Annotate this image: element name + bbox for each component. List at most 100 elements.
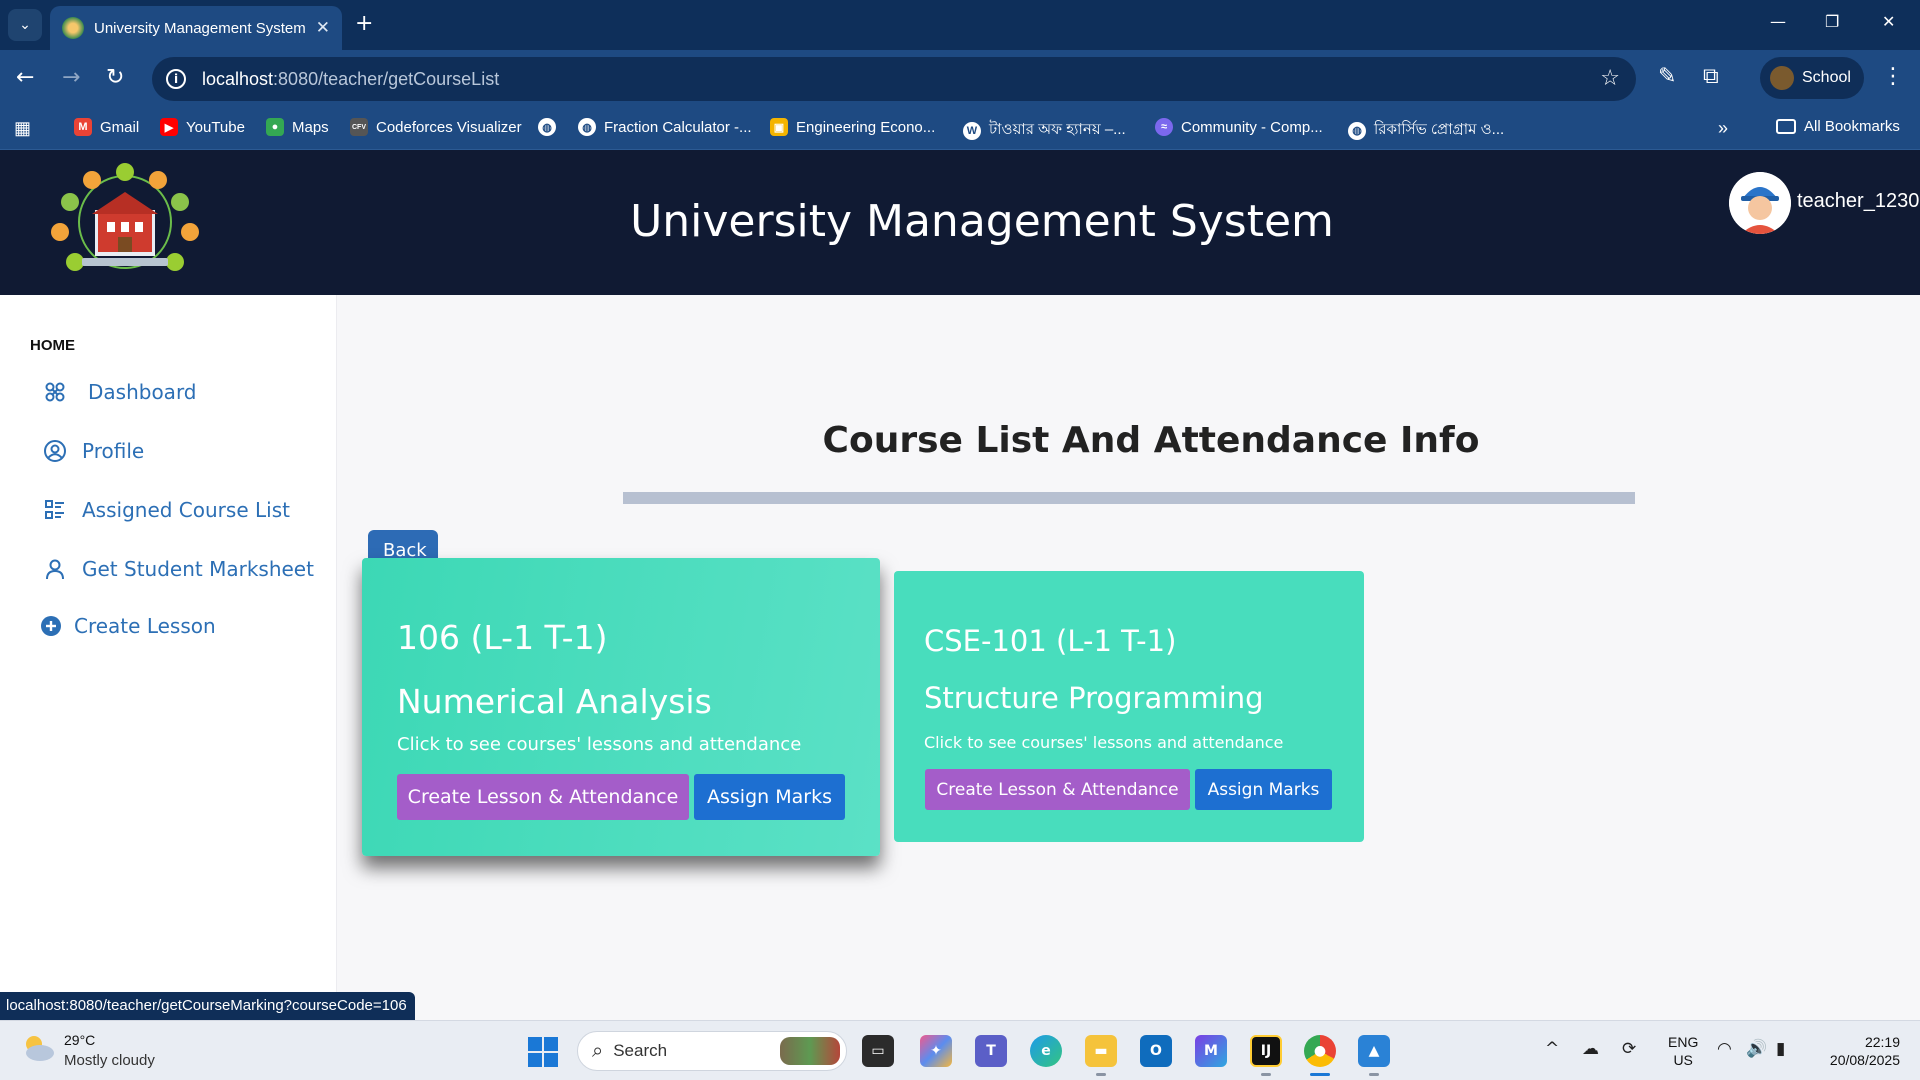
system-clock[interactable]: 22:19 20/08/2025 bbox=[1814, 1033, 1900, 1069]
search-icon: ⌕ bbox=[592, 1039, 604, 1062]
bookmark-maps[interactable]: ● Maps bbox=[266, 118, 329, 136]
wordpress-icon: W bbox=[963, 121, 981, 140]
browser-tab-active[interactable]: University Management System ✕ bbox=[50, 6, 342, 50]
cfv-icon: CFV bbox=[350, 118, 368, 136]
photos-icon[interactable]: ▲ bbox=[1358, 1035, 1390, 1067]
user-avatar-icon[interactable] bbox=[1729, 172, 1791, 234]
weather-cloud-icon[interactable] bbox=[20, 1033, 56, 1063]
restore-icon[interactable]: ❐ bbox=[1825, 12, 1839, 31]
eyedropper-icon[interactable]: ✎ bbox=[1658, 64, 1676, 89]
forward-arrow-icon[interactable]: → bbox=[62, 65, 80, 91]
taskbar-search[interactable]: ⌕ Search bbox=[577, 1031, 847, 1071]
assign-marks-button[interactable]: Assign Marks bbox=[1195, 769, 1332, 810]
bookmark-label: Codeforces Visualizer bbox=[376, 118, 522, 136]
username[interactable]: teacher_1230 bbox=[1797, 190, 1919, 213]
sidebar-item-assigned-courses[interactable]: Assigned Course List bbox=[42, 497, 290, 523]
course-card[interactable]: 106 (L-1 T-1) Numerical Analysis Click t… bbox=[362, 558, 880, 856]
window-close-icon[interactable]: ✕ bbox=[1882, 12, 1895, 31]
sidebar-item-dashboard[interactable]: Dashboard bbox=[42, 379, 197, 405]
sidebar-item-create-lesson[interactable]: Create Lesson bbox=[38, 613, 216, 639]
clock-time: 22:19 bbox=[1864, 1034, 1900, 1050]
title-divider bbox=[623, 492, 1635, 504]
person-icon bbox=[42, 556, 68, 582]
site-info-icon[interactable]: i bbox=[166, 69, 186, 89]
bookmark-recursive[interactable]: ◍ রিকার্সিভ প্রোগ্রাম ও... bbox=[1348, 118, 1504, 143]
weather-temperature: 29°C bbox=[64, 1032, 96, 1048]
create-lesson-attendance-button[interactable]: Create Lesson & Attendance bbox=[925, 769, 1190, 810]
bookmark-youtube[interactable]: ▶ YouTube bbox=[160, 118, 245, 136]
profile-chip[interactable]: School bbox=[1760, 57, 1864, 99]
battery-icon[interactable]: ▮ bbox=[1776, 1039, 1785, 1059]
minimize-icon[interactable]: — bbox=[1770, 12, 1786, 31]
m365-icon[interactable]: M bbox=[1195, 1035, 1227, 1067]
bookmark-star-icon[interactable]: ☆ bbox=[1600, 66, 1620, 91]
language-code: ENG bbox=[1668, 1034, 1699, 1050]
windows-start-icon[interactable] bbox=[528, 1037, 558, 1067]
bookmark-label: Gmail bbox=[100, 118, 140, 136]
sidebar-item-profile[interactable]: Profile bbox=[42, 438, 144, 464]
show-hidden-icons-icon[interactable]: ^ bbox=[1545, 1039, 1559, 1059]
new-tab-button[interactable]: + bbox=[355, 11, 373, 37]
url-path: :8080/teacher/getCourseList bbox=[273, 68, 500, 89]
search-highlight-image bbox=[780, 1037, 840, 1065]
volume-icon[interactable]: 🔊 bbox=[1746, 1039, 1767, 1059]
course-card[interactable]: CSE-101 (L-1 T-1) Structure Programming … bbox=[894, 571, 1364, 842]
input-language[interactable]: ENG US bbox=[1668, 1033, 1698, 1069]
profile-name: School bbox=[1802, 69, 1851, 86]
course-name: Numerical Analysis bbox=[397, 682, 712, 721]
sync-icon[interactable]: ⟳ bbox=[1622, 1039, 1636, 1059]
intellij-icon[interactable]: IJ bbox=[1250, 1035, 1282, 1067]
bookmark-codeforces[interactable]: CFV Codeforces Visualizer bbox=[350, 118, 522, 136]
tab-search-button[interactable]: ⌄ bbox=[8, 9, 42, 41]
task-view-icon[interactable]: ▭ bbox=[862, 1035, 894, 1067]
status-bar-url: localhost:8080/teacher/getCourseMarking?… bbox=[0, 992, 415, 1020]
bookmark-tower-of-hanoi[interactable]: W টাওয়ার অফ হ্যানয় –... bbox=[963, 118, 1126, 143]
browser-menu-icon[interactable]: ⋮ bbox=[1882, 64, 1904, 89]
address-bar[interactable]: i localhost :8080/teacher/getCourseList … bbox=[152, 57, 1636, 101]
browser-tab-strip: ⌄ University Management System ✕ + — ❐ ✕ bbox=[0, 0, 1920, 50]
bookmark-label: টাওয়ার অফ হ্যানয় –... bbox=[989, 121, 1126, 138]
folder-icon bbox=[1776, 119, 1796, 134]
bookmarks-bar: ▦ M Gmail ▶ YouTube ● Maps CFV Codeforce… bbox=[0, 108, 1920, 150]
keyboard-layout: US bbox=[1673, 1052, 1693, 1068]
reload-icon[interactable]: ↻ bbox=[106, 65, 124, 91]
bookmark-globe[interactable]: ◍ bbox=[538, 118, 564, 136]
extensions-icon[interactable]: ⧉ bbox=[1703, 64, 1719, 89]
running-indicator bbox=[1096, 1073, 1106, 1076]
sidebar-item-label: Create Lesson bbox=[74, 614, 216, 638]
bookmark-label: YouTube bbox=[186, 118, 245, 136]
tab-close-icon[interactable]: ✕ bbox=[316, 18, 330, 38]
more-bookmarks-icon[interactable]: » bbox=[1718, 118, 1728, 139]
sidebar-item-label: Dashboard bbox=[88, 380, 197, 404]
globe-icon: ◍ bbox=[538, 118, 556, 136]
bookmark-gmail[interactable]: M Gmail bbox=[74, 118, 139, 136]
chrome-icon[interactable]: ● bbox=[1304, 1035, 1336, 1067]
course-hint: Click to see courses' lessons and attend… bbox=[924, 733, 1284, 752]
edge-icon[interactable]: e bbox=[1030, 1035, 1062, 1067]
gmail-icon: M bbox=[74, 118, 92, 136]
outlook-icon[interactable]: O bbox=[1140, 1035, 1172, 1067]
file-explorer-icon[interactable]: ▬ bbox=[1085, 1035, 1117, 1067]
bookmark-label: Maps bbox=[292, 118, 329, 136]
back-arrow-icon[interactable]: ← bbox=[16, 65, 34, 91]
tab-favicon-icon bbox=[62, 17, 84, 39]
sidebar-item-label: Profile bbox=[82, 439, 145, 463]
all-bookmarks[interactable]: All Bookmarks bbox=[1776, 118, 1900, 135]
onedrive-icon[interactable]: ☁ bbox=[1582, 1039, 1599, 1059]
profile-icon bbox=[42, 438, 68, 464]
clock-date: 20/08/2025 bbox=[1829, 1052, 1900, 1068]
taskbar: 29°C Mostly cloudy ⌕ Search ▭ ✦ T e ▬ O … bbox=[0, 1020, 1920, 1080]
teams-icon[interactable]: T bbox=[975, 1035, 1007, 1067]
wifi-icon[interactable]: ◠ bbox=[1717, 1039, 1732, 1059]
classroom-icon: ▣ bbox=[770, 118, 788, 136]
assign-marks-button[interactable]: Assign Marks bbox=[694, 774, 845, 820]
create-lesson-attendance-button[interactable]: Create Lesson & Attendance bbox=[397, 774, 689, 820]
bookmark-engineering[interactable]: ▣ Engineering Econo... bbox=[770, 118, 935, 136]
bookmark-fraction-calculator[interactable]: ◍ Fraction Calculator -... bbox=[578, 118, 752, 136]
sidebar-item-student-marksheet[interactable]: Get Student Marksheet bbox=[42, 556, 314, 582]
copilot-icon[interactable]: ✦ bbox=[920, 1035, 952, 1067]
apps-grid-icon[interactable]: ▦ bbox=[14, 118, 31, 139]
bookmark-community[interactable]: ≈ Community - Comp... bbox=[1155, 118, 1323, 136]
sidebar-heading: HOME bbox=[30, 337, 75, 354]
app-title: University Management System bbox=[630, 196, 1334, 247]
